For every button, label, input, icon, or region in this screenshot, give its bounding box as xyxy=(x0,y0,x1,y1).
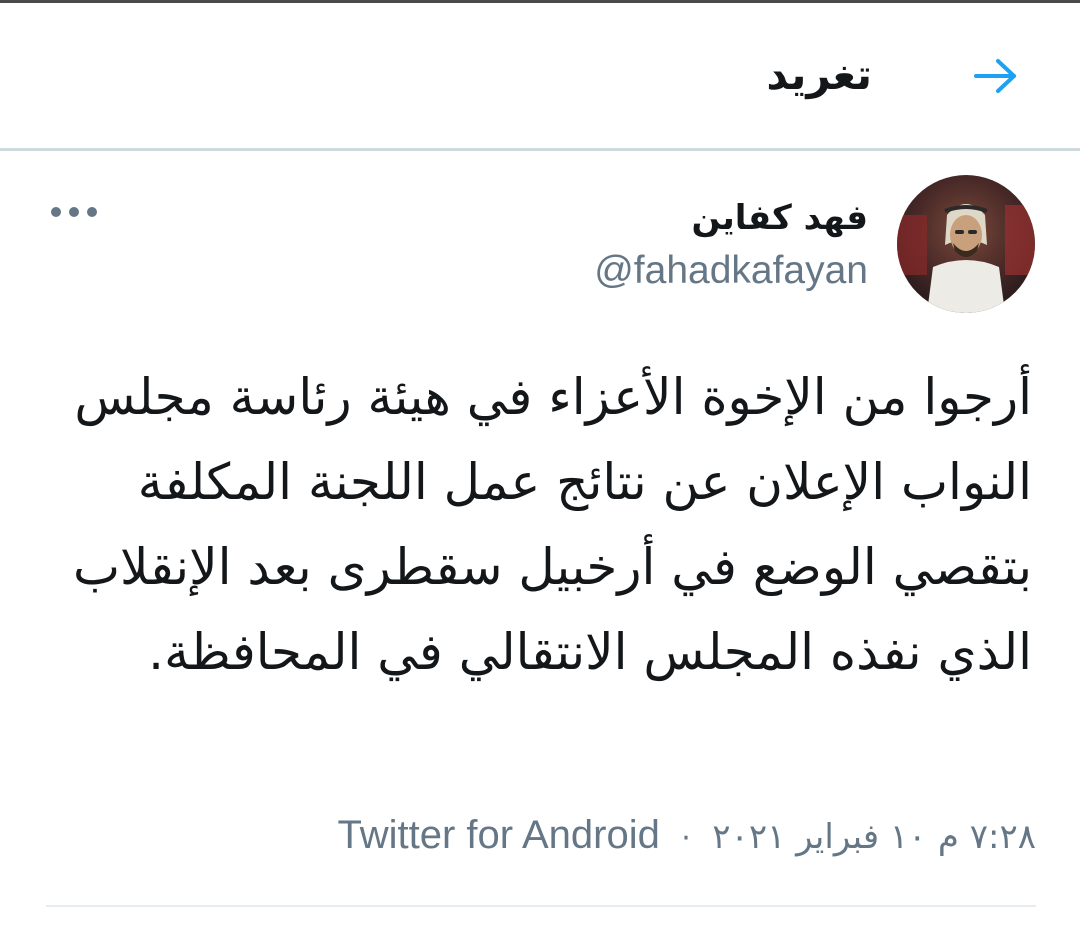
user-avatar-photo xyxy=(897,175,1035,313)
page-title: تغريد xyxy=(766,50,872,99)
tweet-detail-screen: تغريد فهد كفاين @fahadkafayan أرجوا من ا… xyxy=(0,0,1080,925)
author-display-name[interactable]: فهد كفاين xyxy=(691,196,868,240)
tweet-date: ١٠ فبراير ٢٠٢١ xyxy=(712,817,927,857)
meta-separator: · xyxy=(681,821,691,856)
back-button[interactable] xyxy=(968,51,1024,101)
bottom-divider xyxy=(46,905,1036,907)
tweet-text: أرجوا من الإخوة الأعزاء في هيئة رئاسة مج… xyxy=(72,368,1032,681)
header-divider xyxy=(0,148,1080,151)
tweet-time: ٧:٢٨ م xyxy=(937,817,1036,857)
header-bar: تغريد xyxy=(0,3,1080,148)
tweet-metadata: ٧:٢٨ م ١٠ فبراير ٢٠٢١ · Twitter for Andr… xyxy=(46,808,1036,862)
author-handle[interactable]: @fahadkafayan xyxy=(594,248,868,294)
arrow-right-icon xyxy=(974,59,1016,93)
more-options-button[interactable] xyxy=(44,194,104,230)
tweet-source-link[interactable]: Twitter for Android xyxy=(337,813,659,857)
avatar[interactable] xyxy=(897,175,1035,313)
more-dots-icon xyxy=(51,207,97,217)
